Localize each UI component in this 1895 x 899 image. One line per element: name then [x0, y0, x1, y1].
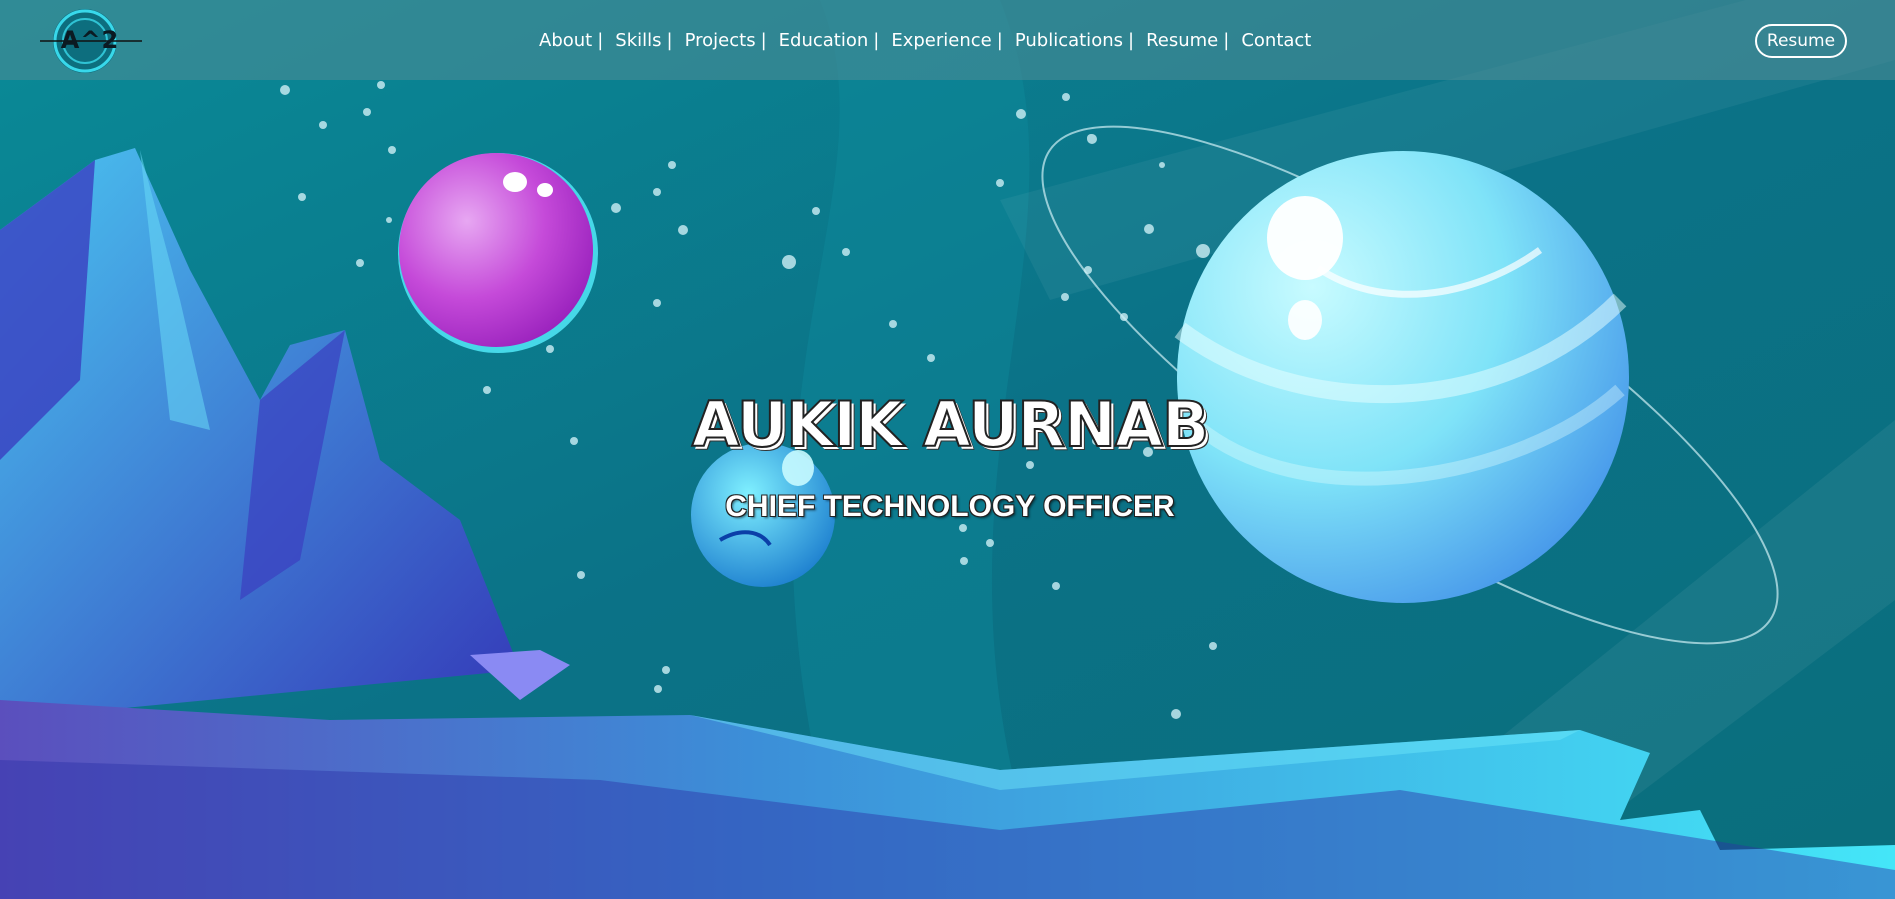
nav-publications[interactable]: Publications — [1015, 30, 1123, 51]
nav-education[interactable]: Education — [779, 30, 869, 51]
nav-contact[interactable]: Contact — [1241, 30, 1311, 51]
nav-experience[interactable]: Experience — [891, 30, 991, 51]
hero-name: AUKIK AURNAB — [691, 387, 1210, 462]
nav-skills[interactable]: Skills — [615, 30, 661, 51]
nav-separator: | — [996, 29, 1003, 51]
nav-separator: | — [1128, 29, 1135, 51]
nav-separator: | — [873, 29, 880, 51]
logo-text: A^2 — [60, 26, 120, 54]
nav-separator: | — [1223, 29, 1230, 51]
nav-about[interactable]: About — [539, 30, 592, 51]
nav-projects[interactable]: Projects — [685, 30, 756, 51]
nav-resume[interactable]: Resume — [1146, 30, 1218, 51]
nav-separator: | — [597, 29, 604, 51]
resume-button[interactable]: Resume — [1755, 24, 1847, 58]
hero-title: CHIEF TECHNOLOGY OFFICER — [725, 490, 1175, 523]
logo[interactable]: A^2 — [38, 6, 142, 76]
top-navbar: A^2 About | Skills | Projects | Educatio… — [0, 0, 1895, 80]
nav-separator: | — [666, 29, 673, 51]
nav-menu: About | Skills | Projects | Education | … — [539, 28, 1311, 52]
nav-separator: | — [760, 29, 767, 51]
